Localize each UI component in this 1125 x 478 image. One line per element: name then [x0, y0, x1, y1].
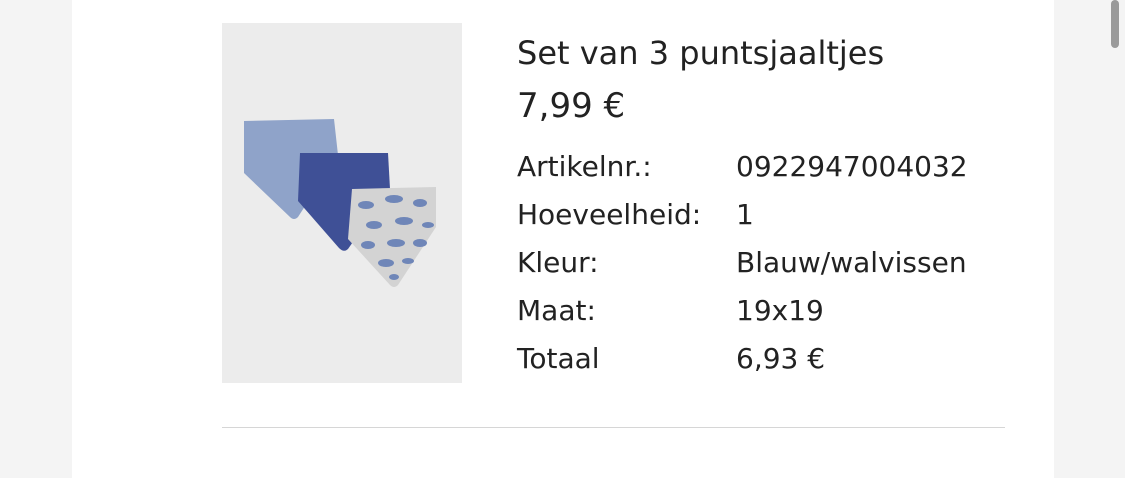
detail-label: Kleur:: [517, 245, 599, 279]
detail-label: Artikelnr.:: [517, 149, 652, 183]
scrollbar-thumb[interactable]: [1111, 0, 1119, 48]
bibs-illustration: [244, 119, 436, 287]
product-price: 7,99 €: [517, 86, 626, 126]
detail-value: 0922947004032: [736, 149, 968, 183]
detail-row-article-number: Artikelnr.: 0922947004032: [517, 142, 968, 190]
detail-value: Blauw/walvissen: [736, 245, 967, 279]
detail-label: Hoeveelheid:: [517, 197, 702, 231]
detail-label: Maat:: [517, 293, 596, 327]
detail-value: 1: [736, 197, 754, 231]
detail-value: 19x19: [736, 293, 824, 327]
product-details: Artikelnr.: 0922947004032 Hoeveelheid: 1…: [517, 142, 968, 382]
detail-row-quantity: Hoeveelheid: 1: [517, 190, 968, 238]
product-title[interactable]: Set van 3 puntsjaaltjes: [517, 28, 968, 78]
page: Set van 3 puntsjaaltjes 7,99 € Artikelnr…: [0, 0, 1125, 478]
divider: [222, 427, 1005, 428]
detail-row-total: Totaal 6,93 €: [517, 334, 968, 382]
detail-label: Totaal: [517, 341, 600, 375]
detail-value: 6,93 €: [736, 341, 826, 375]
detail-row-size: Maat: 19x19: [517, 286, 968, 334]
detail-row-color: Kleur: Blauw/walvissen: [517, 238, 968, 286]
scrollbar[interactable]: [1105, 0, 1125, 478]
product-info: Set van 3 puntsjaaltjes 7,99 € Artikelnr…: [517, 28, 968, 382]
product-image[interactable]: [222, 23, 462, 383]
